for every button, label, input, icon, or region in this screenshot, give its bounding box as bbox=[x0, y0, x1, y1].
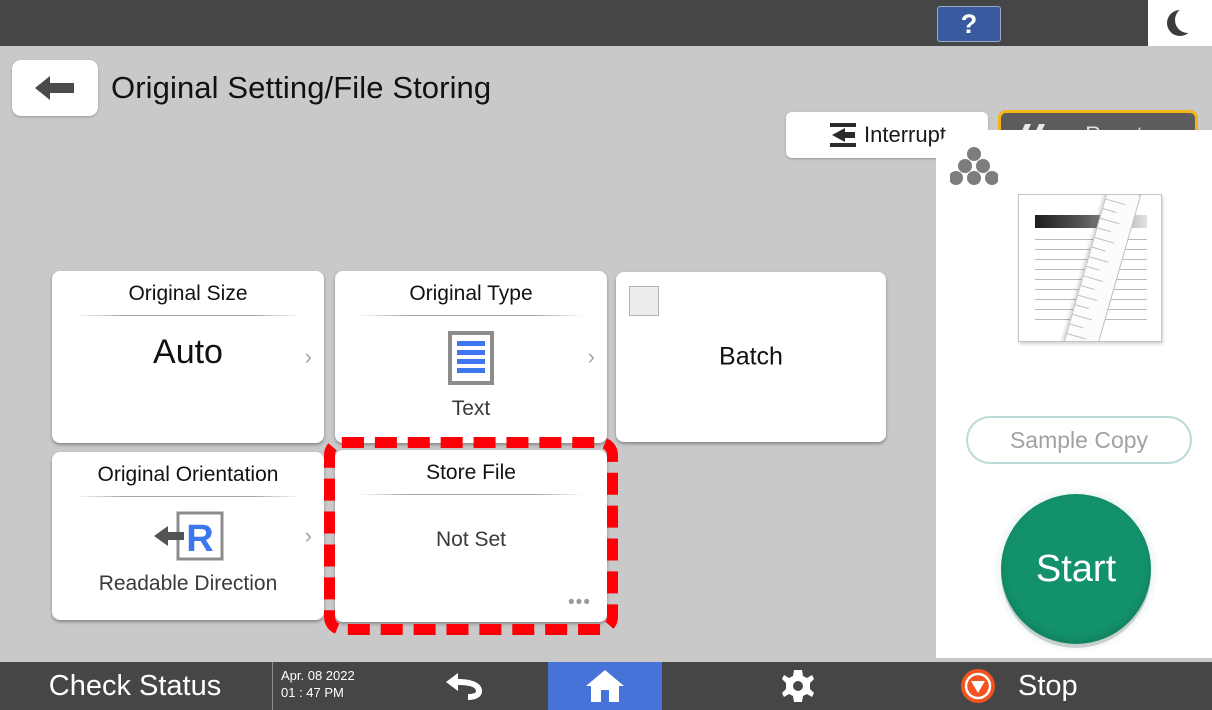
settings-button[interactable] bbox=[662, 662, 934, 710]
page-title: Original Setting/File Storing bbox=[111, 70, 491, 106]
document-preview-icon bbox=[1018, 194, 1162, 342]
card-original-type-title: Original Type bbox=[335, 282, 607, 306]
svg-text:R: R bbox=[186, 518, 213, 560]
settings-card-grid: Original Size Auto › Original Type Text … bbox=[0, 130, 936, 658]
card-original-type[interactable]: Original Type Text › bbox=[335, 271, 607, 443]
chevron-right-icon: › bbox=[305, 525, 312, 547]
back-button[interactable] bbox=[12, 60, 98, 116]
header: Original Setting/File Storing Interrupt … bbox=[0, 46, 1212, 130]
help-button[interactable]: ? bbox=[937, 6, 1001, 42]
card-original-size-title: Original Size bbox=[52, 282, 324, 306]
chevron-right-icon: › bbox=[588, 346, 595, 368]
start-label: Start bbox=[1036, 548, 1116, 591]
card-store-file[interactable]: Store File Not Set ••• bbox=[335, 450, 607, 622]
printer-touch-panel: ? Original Setting/File Storing Interrup… bbox=[0, 0, 1212, 710]
card-batch-label: Batch bbox=[616, 343, 886, 372]
help-label: ? bbox=[961, 11, 978, 38]
more-options-icon[interactable]: ••• bbox=[568, 593, 591, 612]
check-status-button[interactable]: Check Status bbox=[0, 662, 270, 710]
card-divider bbox=[357, 315, 585, 316]
bottom-bar: Check Status Apr. 08 2022 01 : 47 PM bbox=[0, 662, 1212, 710]
check-status-label: Check Status bbox=[49, 670, 221, 703]
crescent-moon-icon bbox=[1167, 10, 1193, 36]
orientation-readable-direction-icon: R bbox=[152, 510, 224, 562]
card-store-file-title: Store File bbox=[335, 461, 607, 485]
card-original-orientation-value: Readable Direction bbox=[52, 572, 324, 596]
arrow-left-icon bbox=[32, 71, 78, 105]
batch-checkbox[interactable] bbox=[629, 286, 659, 316]
card-divider bbox=[74, 315, 302, 316]
undo-button[interactable] bbox=[384, 662, 548, 710]
undo-arrow-icon bbox=[444, 669, 488, 703]
date-label: Apr. 08 2022 bbox=[281, 667, 382, 684]
text-document-icon bbox=[448, 331, 494, 385]
card-original-type-value: Text bbox=[335, 397, 607, 421]
card-store-file-value: Not Set bbox=[335, 528, 607, 552]
start-button[interactable]: Start bbox=[1001, 494, 1151, 644]
card-divider bbox=[357, 494, 585, 495]
stop-circle-icon bbox=[960, 668, 996, 704]
home-button[interactable] bbox=[548, 662, 662, 710]
card-original-orientation-title: Original Orientation bbox=[52, 463, 324, 487]
time-label: 01 : 47 PM bbox=[281, 684, 382, 701]
stop-label: Stop bbox=[1018, 670, 1078, 703]
night-mode-button[interactable] bbox=[1148, 0, 1212, 46]
chevron-right-icon: › bbox=[305, 346, 312, 368]
status-bar: ? bbox=[0, 0, 1212, 46]
gear-icon bbox=[780, 668, 816, 704]
sample-copy-button[interactable]: Sample Copy bbox=[966, 416, 1192, 464]
sample-copy-label: Sample Copy bbox=[1010, 427, 1148, 454]
datetime-display: Apr. 08 2022 01 : 47 PM bbox=[272, 662, 382, 710]
card-original-size-value: Auto bbox=[52, 333, 324, 372]
card-original-orientation[interactable]: Original Orientation R Readable Directio… bbox=[52, 452, 324, 620]
card-original-size[interactable]: Original Size Auto › bbox=[52, 271, 324, 443]
home-icon bbox=[584, 668, 626, 704]
card-divider bbox=[74, 496, 302, 497]
dot-pyramid-icon bbox=[950, 146, 998, 186]
card-batch[interactable]: Batch bbox=[616, 272, 886, 442]
stop-button[interactable]: Stop bbox=[936, 662, 1212, 710]
